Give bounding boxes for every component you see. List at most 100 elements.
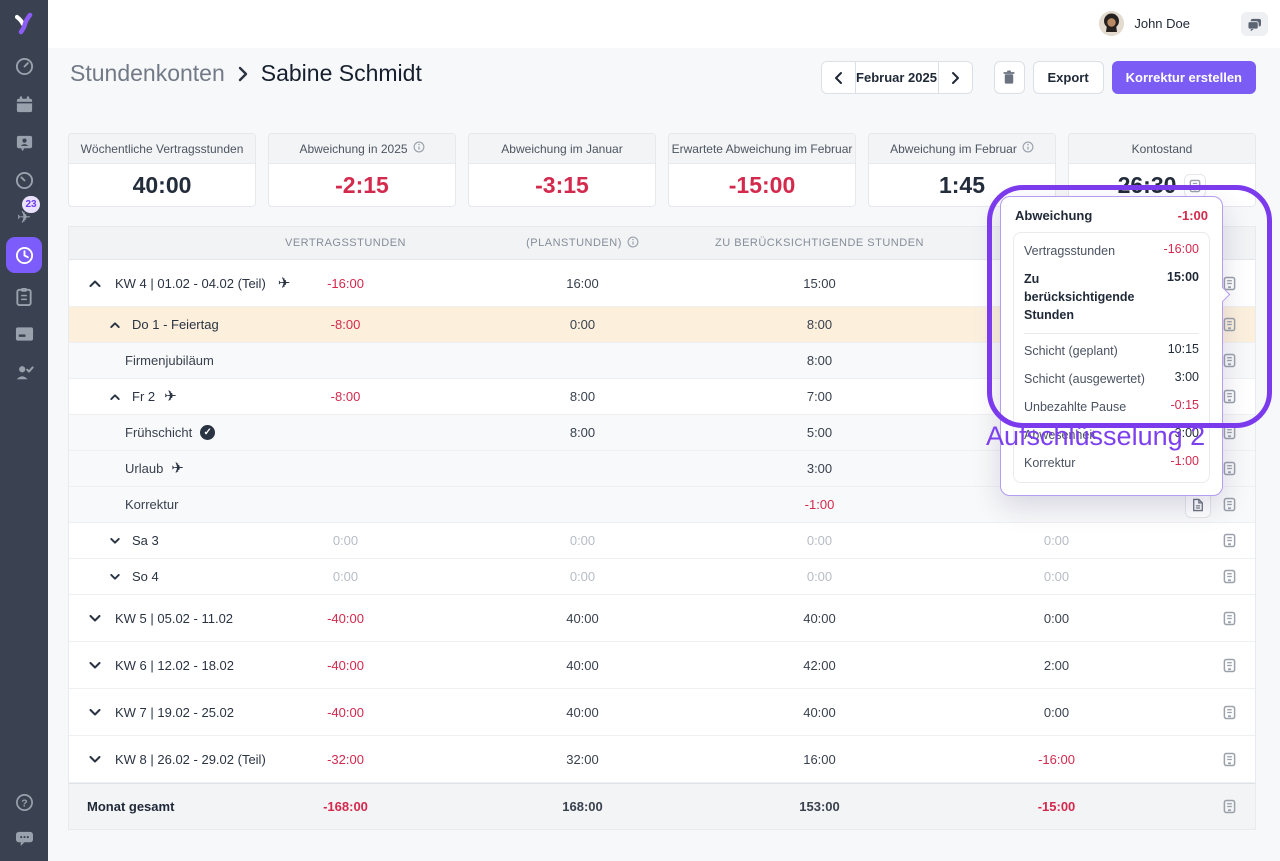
info-icon[interactable] [627, 236, 639, 251]
help-icon[interactable]: ? [14, 792, 34, 812]
info-icon[interactable] [413, 141, 425, 156]
cell-abweichung: -16:00 [938, 752, 1175, 767]
cell-beruecksichtigende: 8:00 [701, 353, 938, 368]
chevron-up-icon[interactable] [107, 389, 123, 405]
evaluations-icon[interactable] [14, 170, 34, 190]
cell-beruecksichtigende: 3:00 [701, 461, 938, 476]
feedback-chat-icon[interactable] [14, 828, 34, 848]
logbook-icon[interactable] [1223, 752, 1236, 767]
time-tracking-clock-icon[interactable] [14, 245, 34, 265]
cell-vertragsstunden: -16:00 [227, 276, 464, 291]
logbook-icon[interactable] [1223, 799, 1236, 814]
popup-title: Abweichung [1015, 208, 1092, 223]
row-label: Frühschicht [125, 425, 192, 440]
cell-beruecksichtigende: 0:00 [701, 533, 938, 548]
cell-vertragsstunden: -32:00 [227, 752, 464, 767]
cell-beruecksichtigende: 5:00 [701, 425, 938, 440]
chevron-down-icon[interactable] [87, 657, 103, 673]
card-value: 40:00 [133, 172, 192, 199]
logbook-icon[interactable] [1223, 425, 1236, 440]
table-row-kw6[interactable]: KW 6 | 12.02 - 18.02 -40:00 40:00 42:00 … [69, 642, 1255, 689]
cell-planstunden: 8:00 [464, 425, 701, 440]
cell-planstunden: 0:00 [464, 533, 701, 548]
month-label[interactable]: Februar 2025 [855, 62, 939, 93]
cell-beruecksichtigende: 7:00 [701, 389, 938, 404]
card-value: -15:00 [729, 172, 795, 199]
info-icon[interactable] [1022, 141, 1034, 156]
logbook-icon[interactable] [1223, 497, 1236, 512]
popup-row: Unbezahlte Pause -0:15 [1024, 393, 1199, 421]
logbook-icon[interactable] [1223, 611, 1236, 626]
row-label: Fr 2 [132, 389, 155, 404]
cell-vertragsstunden: -8:00 [227, 317, 464, 332]
cell-vertragsstunden: -40:00 [227, 705, 464, 720]
chevron-down-icon[interactable] [87, 704, 103, 720]
app-logo-icon[interactable] [11, 11, 37, 37]
cell-vertragsstunden: 0:00 [227, 569, 464, 584]
chevron-down-icon[interactable] [87, 751, 103, 767]
breadcrumb-section-link[interactable]: Stundenkonten [70, 60, 225, 87]
table-row-sa3[interactable]: Sa 3 0:00 0:00 0:00 0:00 [69, 523, 1255, 559]
chevron-down-icon[interactable] [107, 533, 123, 549]
card-weekly-contract-hours: Wöchentliche Vertragsstunden 40:00 [68, 133, 256, 207]
dashboard-icon[interactable] [14, 56, 34, 76]
employees-icon[interactable] [14, 132, 34, 152]
evaluated-check-icon: ✓ [200, 425, 215, 440]
chevron-down-icon[interactable] [107, 569, 123, 585]
chevron-up-icon[interactable] [107, 317, 123, 333]
logbook-icon[interactable] [1223, 658, 1236, 673]
popup-divider [1024, 333, 1199, 334]
airplane-icon: ✈︎ [164, 389, 177, 404]
export-button[interactable]: Export [1033, 61, 1104, 94]
user-menu[interactable]: John Doe [1099, 11, 1190, 36]
row-label: Urlaub [125, 461, 163, 476]
cell-abweichung: 0:00 [938, 611, 1175, 626]
prev-month-button[interactable] [822, 62, 855, 93]
cell-beruecksichtigende: 8:00 [701, 317, 938, 332]
chevron-right-icon [237, 65, 249, 83]
payments-card-icon[interactable] [14, 324, 34, 344]
calendar-icon[interactable] [14, 94, 34, 114]
clipboard-icon[interactable] [14, 286, 34, 306]
create-correction-button[interactable]: Korrektur erstellen [1112, 61, 1256, 94]
cell-abweichung: 0:00 [938, 569, 1175, 584]
logbook-icon[interactable] [1223, 569, 1236, 584]
chevron-down-icon[interactable] [87, 610, 103, 626]
balance-logbook-icon[interactable] [1184, 174, 1206, 198]
popup-detail-box: Vertragsstunden -16:00 Zu berücksichtige… [1013, 232, 1210, 483]
delete-button[interactable] [994, 61, 1025, 94]
table-row-kw7[interactable]: KW 7 | 19.02 - 25.02 -40:00 40:00 40:00 … [69, 689, 1255, 736]
logbook-icon[interactable] [1223, 461, 1236, 476]
cell-beruecksichtigende: 40:00 [701, 611, 938, 626]
cell-planstunden: 40:00 [464, 611, 701, 626]
cell-beruecksichtigende: -1:00 [701, 497, 938, 512]
next-month-button[interactable] [939, 62, 972, 93]
popup-row: Abwesenheit 3:00 [1024, 421, 1199, 449]
table-row-kw8[interactable]: KW 8 | 26.02 - 29.02 (Teil) -32:00 32:00… [69, 736, 1255, 783]
user-check-icon[interactable] [14, 362, 34, 382]
row-label: Sa 3 [132, 533, 159, 548]
logbook-icon[interactable] [1223, 317, 1236, 332]
card-deviation-january: Abweichung im Januar -3:15 [468, 133, 656, 207]
cell-abweichung: 0:00 [938, 705, 1175, 720]
logbook-icon[interactable] [1223, 389, 1236, 404]
cell-vertragsstunden: -8:00 [227, 389, 464, 404]
popup-row: Vertragsstunden -16:00 [1024, 237, 1199, 265]
cell-vertragsstunden: -168:00 [227, 799, 464, 814]
absences-badge: 23 [22, 196, 40, 213]
cell-planstunden: 0:00 [464, 569, 701, 584]
chevron-up-icon[interactable] [87, 275, 103, 291]
table-row-kw5[interactable]: KW 5 | 05.02 - 11.02 -40:00 40:00 40:00 … [69, 595, 1255, 642]
popup-row: Schicht (ausgewertet) 3:00 [1024, 365, 1199, 393]
avatar [1099, 11, 1124, 36]
messages-icon[interactable] [1241, 12, 1268, 36]
logbook-icon[interactable] [1223, 353, 1236, 368]
column-header-vertragsstunden: VERTRAGSSTUNDEN [227, 237, 464, 249]
cell-abweichung: -15:00 [938, 799, 1175, 814]
cell-beruecksichtigende: 42:00 [701, 658, 938, 673]
logbook-icon[interactable] [1223, 705, 1236, 720]
table-row-so4[interactable]: So 4 0:00 0:00 0:00 0:00 [69, 559, 1255, 595]
popup-row: Zu berücksichtigende Stunden 15:00 [1024, 265, 1199, 329]
logbook-icon[interactable] [1223, 533, 1236, 548]
cell-beruecksichtigende: 15:00 [701, 276, 938, 291]
